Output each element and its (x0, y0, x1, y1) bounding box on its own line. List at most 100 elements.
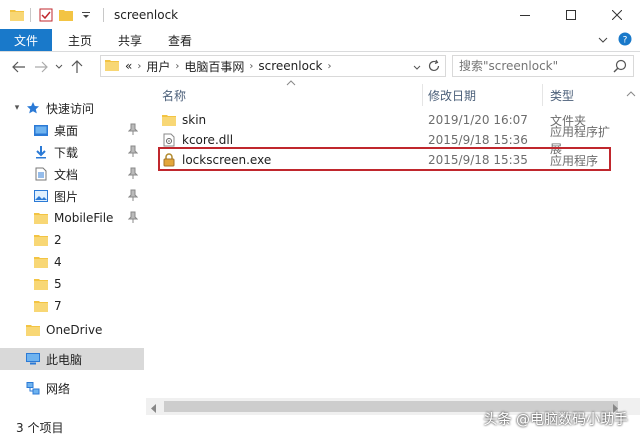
refresh-icon[interactable] (427, 59, 441, 76)
nav-network[interactable]: 网络 (26, 377, 144, 399)
folder-icon (34, 211, 48, 225)
scroll-left-icon[interactable] (151, 402, 157, 416)
breadcrumb-screenlock[interactable]: screenlock (258, 59, 322, 73)
column-header-type[interactable]: 类型 (550, 82, 574, 108)
tab-view[interactable]: 查看 (158, 29, 202, 51)
maximize-button[interactable] (548, 0, 594, 29)
nav-folder-5[interactable]: 5 (34, 273, 144, 295)
customize-quick-access-icon[interactable] (77, 6, 95, 24)
tab-file[interactable]: 文件 (0, 29, 52, 51)
sort-ascending-icon (286, 79, 296, 88)
nav-quick-access[interactable]: ▾ 快速访问 (12, 97, 156, 119)
help-icon[interactable]: ? (618, 32, 632, 49)
back-button[interactable] (8, 56, 30, 78)
nav-label: 图片 (54, 189, 79, 204)
item-count: 3 个项目 (16, 420, 64, 435)
file-date: 2015/9/18 15:36 (428, 133, 528, 147)
chevron-right-icon: › (137, 60, 142, 72)
address-bar[interactable]: « › 用户 › 电脑百事网 › screenlock › (100, 55, 446, 77)
chevron-down-icon[interactable]: ▾ (12, 103, 22, 113)
recent-locations-button[interactable] (52, 56, 66, 78)
breadcrumb-user-folder[interactable]: 电脑百事网 (184, 58, 244, 75)
tab-home[interactable]: 主页 (58, 29, 102, 51)
nav-folder-7[interactable]: 7 (34, 295, 144, 317)
nav-pictures[interactable]: 图片 (34, 185, 144, 207)
nav-label: OneDrive (46, 323, 103, 337)
nav-label: 下载 (54, 145, 79, 160)
chevron-right-icon: › (175, 60, 180, 72)
file-row-skin[interactable]: skin 2019/1/20 16:07 文件夹 (154, 109, 614, 131)
nav-label: 2 (54, 233, 62, 247)
nav-this-pc[interactable]: 此电脑 (0, 348, 144, 370)
close-button[interactable] (594, 0, 640, 29)
svg-text:?: ? (623, 35, 628, 45)
pin-icon[interactable] (127, 211, 139, 226)
up-button[interactable] (66, 56, 88, 78)
search-icon[interactable] (613, 59, 627, 76)
nav-label: 此电脑 (46, 352, 83, 367)
nav-documents[interactable]: 文档 (34, 163, 144, 185)
address-dropdown-icon[interactable] (413, 60, 421, 74)
computer-icon (26, 352, 40, 366)
nav-label: 网络 (46, 381, 71, 396)
chevron-right-icon: › (327, 60, 332, 72)
nav-folder-4[interactable]: 4 (34, 251, 144, 273)
address-row: « › 用户 › 电脑百事网 › screenlock › (0, 52, 640, 81)
column-divider[interactable] (542, 84, 543, 106)
pin-icon[interactable] (127, 123, 139, 138)
column-header-date[interactable]: 修改日期 (428, 82, 476, 108)
column-divider[interactable] (422, 84, 423, 106)
nav-onedrive[interactable]: OneDrive (26, 319, 144, 341)
document-icon (34, 167, 48, 181)
search-box[interactable] (452, 55, 634, 77)
folder-icon (34, 299, 48, 313)
chevron-right-icon: › (249, 60, 254, 72)
download-icon (34, 145, 48, 159)
nav-desktop[interactable]: 桌面 (34, 119, 144, 141)
pin-icon[interactable] (127, 189, 139, 204)
file-list: 名称 修改日期 类型 skin 2019/1/20 16:07 文件夹 kcor… (146, 79, 640, 415)
folder-icon (34, 255, 48, 269)
nav-mobilefile[interactable]: MobileFile (34, 207, 144, 229)
pin-icon[interactable] (127, 145, 139, 160)
nav-label: 4 (54, 255, 62, 269)
new-folder-icon[interactable] (57, 6, 75, 24)
forward-button[interactable] (30, 56, 52, 78)
minimize-button[interactable] (502, 0, 548, 29)
watermark: 头条 @电脑数码小助手 (483, 412, 628, 428)
file-date: 2019/1/20 16:07 (428, 113, 528, 127)
search-input[interactable] (459, 59, 609, 73)
column-header-label: 修改日期 (428, 88, 477, 103)
window-controls (502, 0, 640, 29)
column-header-label: 类型 (550, 88, 575, 103)
title-bar: screenlock (0, 0, 640, 29)
breadcrumb-overflow[interactable]: « (125, 59, 132, 73)
navigation-pane: ▾ 快速访问 桌面 下载 文档 图片 MobileFile 2 4 5 7 On… (0, 82, 146, 415)
breadcrumb-users[interactable]: 用户 (146, 58, 170, 75)
star-icon (26, 101, 40, 115)
pin-icon[interactable] (127, 167, 139, 182)
ribbon-tabs: 文件 主页 共享 查看 ? (0, 29, 640, 52)
highlight-box (158, 147, 611, 171)
folder-icon (26, 323, 40, 337)
title-separator (103, 7, 104, 22)
column-header-name[interactable]: 名称 (162, 82, 186, 108)
expand-ribbon-icon[interactable] (598, 33, 608, 47)
properties-icon[interactable] (37, 6, 55, 24)
desktop-folder-icon (34, 123, 48, 137)
column-header-label: 名称 (162, 88, 187, 103)
nav-label: 桌面 (54, 123, 79, 138)
nav-label: MobileFile (54, 211, 114, 225)
picture-icon (34, 189, 48, 203)
nav-folder-2[interactable]: 2 (34, 229, 144, 251)
window-title: screenlock (114, 7, 179, 22)
network-icon (26, 381, 40, 395)
scroll-up-icon[interactable] (626, 86, 636, 100)
nav-downloads[interactable]: 下载 (34, 141, 144, 163)
tab-share[interactable]: 共享 (108, 29, 152, 51)
nav-label: 文档 (54, 167, 79, 182)
folder-icon (162, 113, 176, 127)
vertical-scrollbar[interactable] (623, 82, 640, 398)
file-name: kcore.dll (182, 133, 234, 147)
nav-label: 7 (54, 299, 62, 313)
